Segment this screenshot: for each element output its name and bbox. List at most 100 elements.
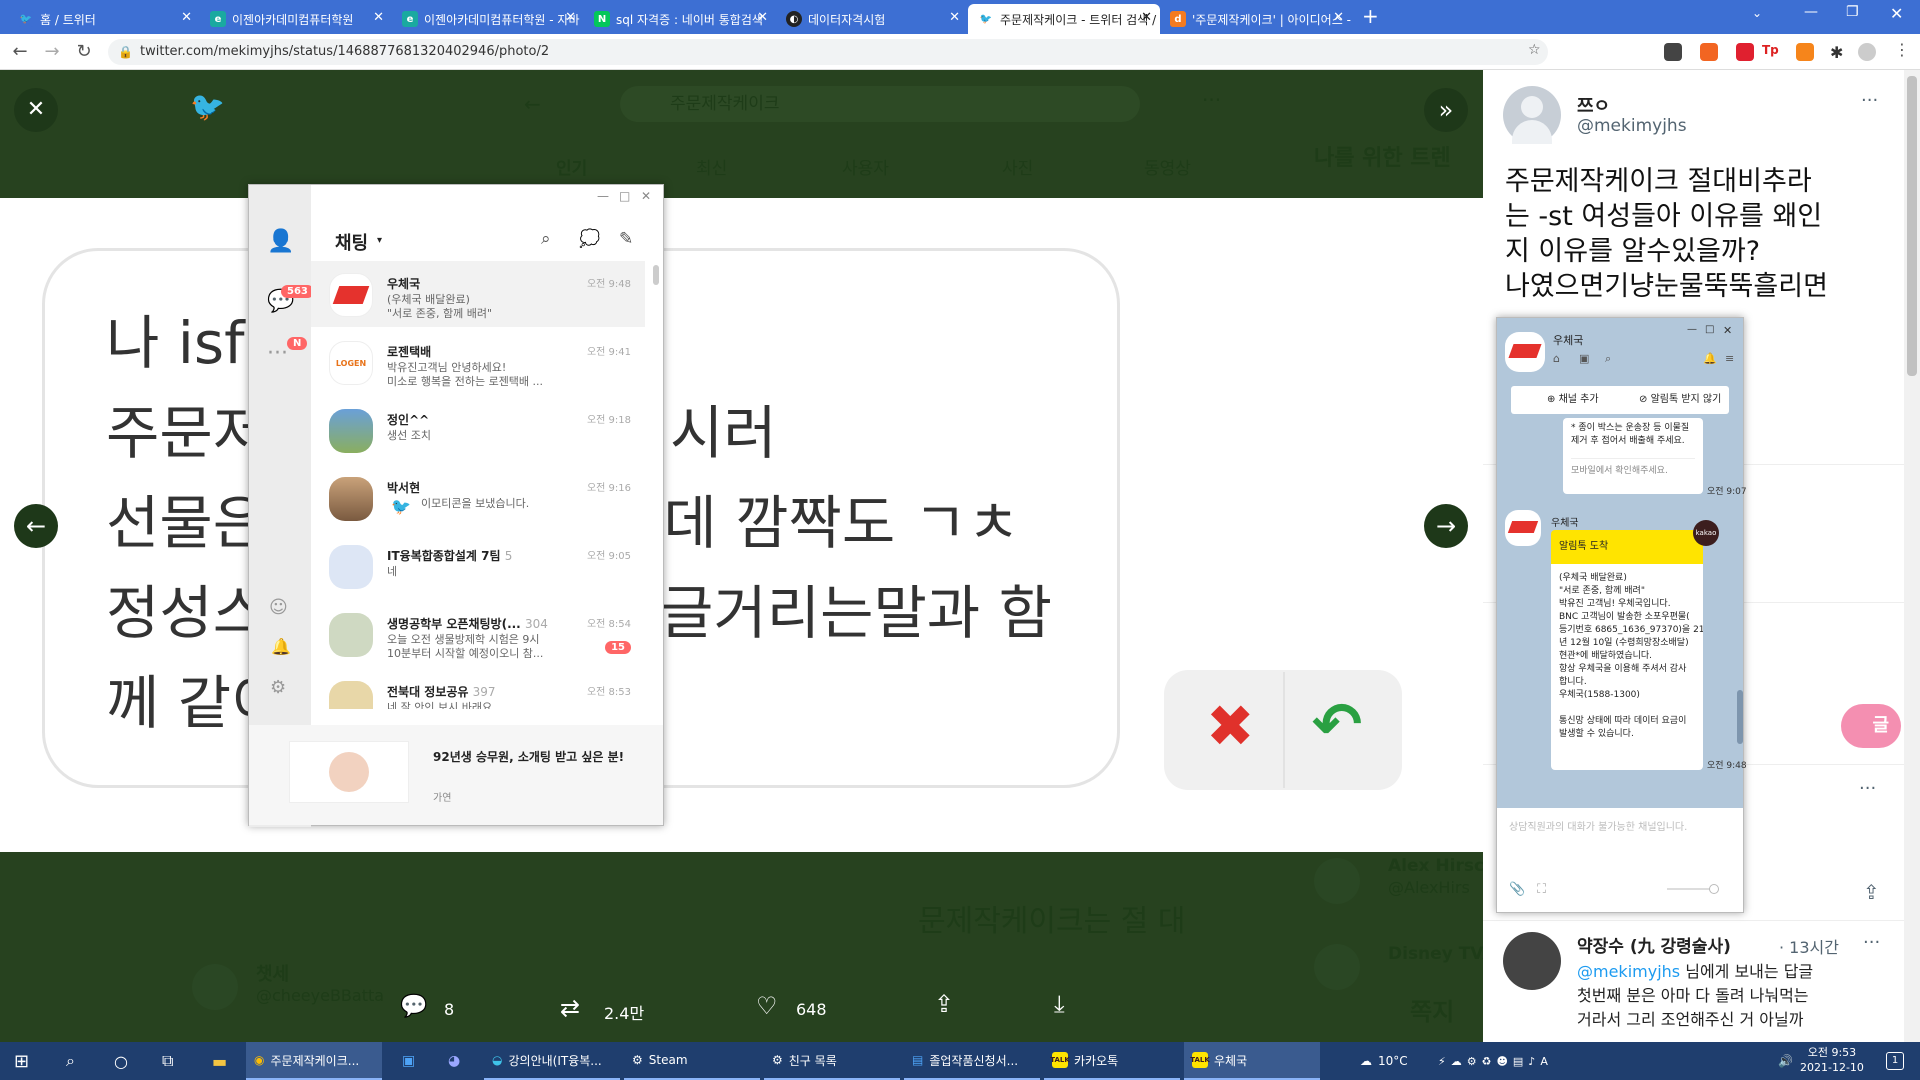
chat-item-biotech[interactable]: 생명공학부 오픈채팅방(... 304 오늘 오전 생물방제학 시험은 9시 10…: [311, 601, 645, 667]
puzzle-icon[interactable]: ✱: [1830, 43, 1848, 62]
slider-handle[interactable]: [1709, 884, 1719, 894]
more-icon[interactable]: ···: [1859, 778, 1876, 799]
message-input[interactable]: 상담직원과의 대화가 불가능한 채널입니다.: [1509, 818, 1687, 833]
minimize-icon[interactable]: —: [1804, 4, 1818, 20]
close-icon[interactable]: ✕: [1141, 10, 1152, 25]
reply-mention-link[interactable]: @mekimyjhs: [1577, 962, 1680, 981]
download-icon[interactable]: ⤓: [1054, 990, 1065, 1018]
avatar[interactable]: [1503, 86, 1561, 144]
mobile-link[interactable]: 모바일에서 확인해주세요.: [1571, 458, 1695, 478]
emoticon-icon[interactable]: ☺: [269, 597, 288, 618]
minimize-icon[interactable]: —: [1687, 324, 1697, 335]
inbox-icon[interactable]: ▣: [1579, 352, 1589, 365]
close-icon[interactable]: ✕: [373, 10, 384, 25]
next-photo-button[interactable]: →: [1424, 504, 1468, 548]
search-icon[interactable]: ⌕: [1605, 352, 1611, 366]
bell-icon[interactable]: 🔔: [271, 637, 291, 656]
close-icon[interactable]: ✕: [181, 10, 192, 25]
close-viewer-button[interactable]: ✕: [14, 88, 58, 132]
tweet-author-name[interactable]: 쯔ㅇ: [1577, 92, 1610, 118]
profile-avatar[interactable]: [1858, 43, 1876, 61]
share-icon[interactable]: ⇪: [1863, 880, 1880, 904]
app-icon[interactable]: ▣: [394, 1042, 423, 1080]
restore-icon[interactable]: ❐: [1846, 4, 1859, 20]
speaker-icon[interactable]: 🔊: [1770, 1042, 1801, 1080]
menu-dots-icon[interactable]: ⋮: [1894, 40, 1910, 59]
new-chat-icon[interactable]: ✎: [619, 229, 633, 249]
tab-idus[interactable]: d '주문제작케이크' | 아이디어스 - ✕: [1160, 4, 1352, 34]
tab-twitter-home[interactable]: 🐦 홈 / 트위터 ✕: [8, 4, 200, 34]
close-icon[interactable]: ✕: [757, 10, 768, 25]
emoticon-slider[interactable]: [1667, 888, 1713, 890]
maximize-icon[interactable]: □: [1705, 324, 1714, 335]
pink-action-button[interactable]: 글: [1841, 704, 1901, 748]
close-icon[interactable]: ✕: [1723, 324, 1732, 337]
block-notification-button[interactable]: ⊘ 알림톡 받지 않기: [1639, 386, 1721, 414]
notification-center-icon[interactable]: 1: [1886, 1052, 1904, 1070]
maximize-icon[interactable]: □: [619, 189, 630, 203]
metamask-icon[interactable]: [1796, 43, 1814, 61]
tab-ezen-2[interactable]: e 이젠아카데미컴퓨터학원 - 자바 ✕: [392, 4, 584, 34]
open-chat-icon[interactable]: 💭: [579, 229, 600, 249]
attach-icon[interactable]: 📎: [1509, 882, 1525, 897]
reply-author-name[interactable]: 약장수 (九 강령술사): [1577, 932, 1731, 957]
close-icon[interactable]: ✕: [1333, 10, 1344, 25]
bell-icon[interactable]: 🔔: [1703, 352, 1717, 365]
tab-data-exam[interactable]: ◐ 데이터자격시험 ✕: [776, 4, 968, 34]
taskbar-item-post-office[interactable]: TALK 우체국: [1184, 1042, 1320, 1080]
chat-item-jungin[interactable]: 정인^^ 생선 조치 오전 9:18: [311, 397, 645, 463]
add-channel-button[interactable]: ⊕ 채널 추가: [1547, 386, 1599, 414]
address-input[interactable]: 🔒 twitter.com/mekimyjhs/status/146887768…: [108, 39, 1548, 65]
like-icon[interactable]: ♡: [756, 992, 778, 1020]
share-icon[interactable]: ⇪: [934, 990, 954, 1018]
ad-banner[interactable]: 92년생 승무원, 소개팅 받고 싶은 분! 가연: [249, 725, 663, 825]
taskbar-item-chrome[interactable]: ◉ 주문제작케이크...: [246, 1042, 382, 1080]
search-icon[interactable]: ⌕: [58, 1042, 83, 1080]
clock[interactable]: 오전 9:53 2021-12-10: [1800, 1045, 1864, 1075]
forward-icon[interactable]: →: [40, 40, 64, 64]
extension-icon[interactable]: [1664, 43, 1682, 61]
taskbar-item-edge[interactable]: ◒ 강의안내(IT융복...: [484, 1042, 620, 1080]
chevron-down-icon[interactable]: ▾: [377, 235, 382, 246]
chat-item-seohyun[interactable]: 박서현 🐦 이모티콘을 보냈습니다. 오전 9:16: [311, 465, 645, 531]
cortana-icon[interactable]: ○: [106, 1042, 136, 1080]
bookmark-star-icon[interactable]: ☆: [1528, 42, 1541, 58]
extension-icon[interactable]: [1700, 43, 1718, 61]
close-icon[interactable]: ✕: [949, 10, 960, 25]
taskbar-item-friends[interactable]: ⚙ 친구 목록: [764, 1042, 900, 1080]
taskbar-item-steam[interactable]: ⚙ Steam: [624, 1042, 760, 1080]
tab-twitter-search[interactable]: 🐦 주문제작케이크 - 트위터 검색 / ✕: [968, 4, 1160, 34]
tab-search-icon[interactable]: ⌄: [1752, 6, 1762, 20]
settings-gear-icon[interactable]: ⚙: [270, 677, 286, 698]
tab-ezen-1[interactable]: e 이젠아카데미컴퓨터학원 ✕: [200, 4, 392, 34]
close-window-icon[interactable]: ✕: [1890, 4, 1903, 23]
tweet-author-handle[interactable]: @mekimyjhs: [1577, 116, 1687, 136]
scrollbar-thumb[interactable]: [653, 265, 659, 285]
reply-icon[interactable]: 💬: [400, 994, 427, 1019]
more-icon[interactable]: ···: [267, 341, 288, 366]
system-tray-icons[interactable]: ⚡☁⚙♻☻▤♪A: [1430, 1042, 1561, 1080]
weather-widget[interactable]: ☁ 10°C: [1352, 1042, 1416, 1080]
extension-icon[interactable]: Tp: [1762, 43, 1780, 61]
chat-item-logen[interactable]: LOGEN 로젠택배 박유진고객님 안녕하세요! 미소로 행복을 전하는 로젠택배…: [311, 329, 645, 395]
file-explorer-icon[interactable]: ▬: [204, 1042, 235, 1080]
close-icon[interactable]: ✕: [641, 189, 651, 203]
scrollbar-thumb[interactable]: [1737, 690, 1743, 744]
chat-item-it-team[interactable]: IT융복합종합설계 7팀 5 네 오전 9:05: [311, 533, 645, 599]
reply-more-icon[interactable]: ···: [1863, 932, 1880, 953]
expand-panel-button[interactable]: »: [1424, 88, 1468, 132]
menu-icon[interactable]: ≡: [1725, 352, 1734, 365]
minimize-icon[interactable]: —: [597, 189, 609, 203]
scrollbar-thumb[interactable]: [1907, 76, 1917, 376]
tweet-more-icon[interactable]: ···: [1861, 90, 1878, 111]
avatar[interactable]: [1503, 932, 1561, 990]
discord-icon[interactable]: ◕: [440, 1042, 468, 1080]
tab-naver-search[interactable]: N sql 자격증 : 네이버 통합검색 ✕: [584, 4, 776, 34]
chat-item-post-office[interactable]: 우체국 (우체국 배달완료) "서로 존중, 함께 배려" 오전 9:48: [311, 261, 645, 327]
chat-item-jbnu[interactable]: 전북대 정보공유 397 네 잘 안인 보시 바래요 오전 8:53: [311, 669, 645, 709]
friends-icon[interactable]: 👤: [267, 229, 294, 254]
retweet-icon[interactable]: ⇄: [560, 994, 580, 1022]
extension-icon[interactable]: [1736, 43, 1754, 61]
taskbar-item-kakaotalk[interactable]: TALK 카카오톡: [1044, 1042, 1180, 1080]
new-tab-button[interactable]: +: [1362, 4, 1379, 28]
